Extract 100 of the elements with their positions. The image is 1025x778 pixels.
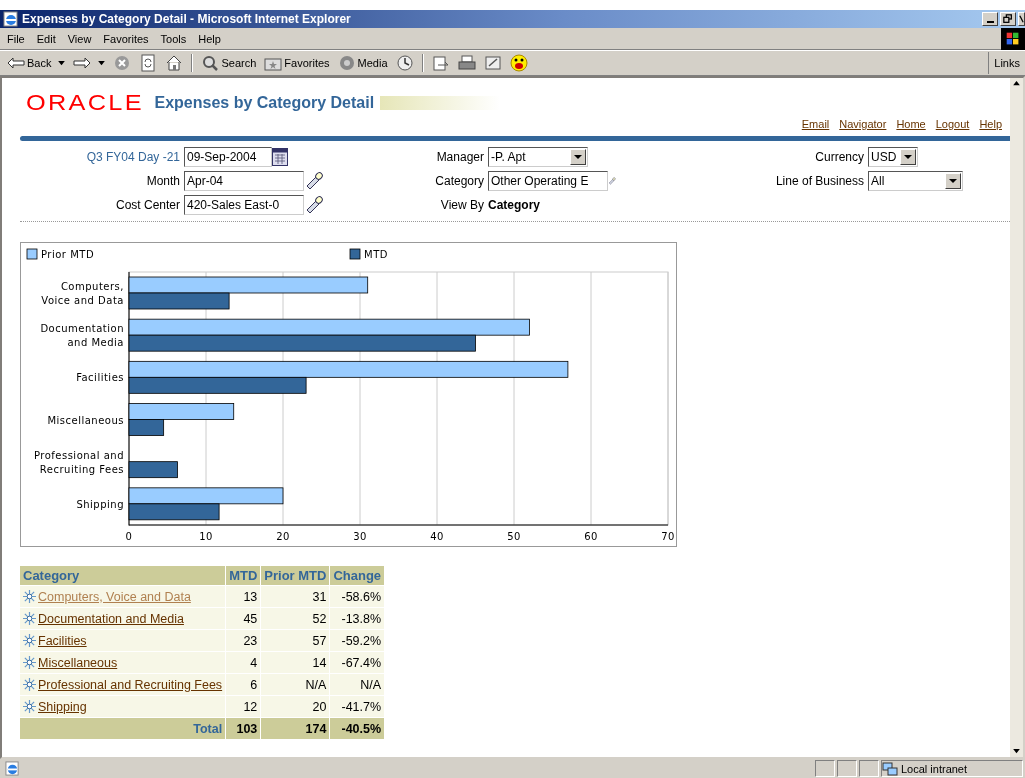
- search-icon: [201, 54, 220, 72]
- flashlight-icon[interactable]: [304, 195, 324, 215]
- status-pane: [815, 760, 835, 777]
- table-cell: 103: [226, 718, 261, 739]
- close-icon: [1019, 14, 1024, 24]
- select-field[interactable]: -P. Apt: [488, 147, 588, 167]
- search-button[interactable]: Search: [198, 52, 260, 74]
- sparkle-icon[interactable]: [23, 678, 36, 691]
- intranet-icon: [882, 760, 898, 777]
- sparkle-icon[interactable]: [23, 700, 36, 713]
- field-label: Line of Business: [774, 174, 864, 188]
- scroll-down-icon[interactable]: [1013, 749, 1020, 754]
- favorites-button[interactable]: Favorites: [261, 52, 333, 74]
- logo: ORACLE: [26, 90, 144, 116]
- menu-item[interactable]: Favorites: [100, 33, 158, 45]
- category-link[interactable]: Miscellaneous: [38, 655, 118, 670]
- menu-item[interactable]: Tools: [157, 33, 196, 45]
- bar: [128, 461, 178, 479]
- sparkle-icon[interactable]: [23, 590, 36, 603]
- scroll-up-icon[interactable]: [1013, 81, 1020, 86]
- field-value: Category: [488, 198, 540, 212]
- category-link[interactable]: Shipping: [38, 699, 87, 714]
- global-link[interactable]: Home: [896, 118, 926, 130]
- table-cell: 4: [226, 652, 261, 673]
- disc-icon: [337, 54, 356, 72]
- global-link[interactable]: Logout: [935, 118, 970, 130]
- page-title: Expenses by Category Detail: [154, 94, 375, 112]
- category-link[interactable]: Professional and Recruiting Fees: [38, 677, 223, 692]
- edit-icon: [483, 54, 502, 72]
- arrow-icon: [73, 57, 92, 69]
- back-button[interactable]: Back: [4, 52, 69, 74]
- legend-label: Prior MTD: [41, 249, 95, 260]
- sparkle-icon[interactable]: [23, 612, 36, 625]
- category-label: Professional and Recruiting Fees: [33, 449, 124, 475]
- table-cell: 31: [261, 586, 330, 607]
- calendar-icon[interactable]: [272, 148, 288, 166]
- total-label: Total: [20, 718, 226, 739]
- field-label: Manager: [435, 150, 484, 164]
- tick-label: 70: [661, 531, 675, 542]
- category-label: Shipping: [76, 498, 124, 510]
- table-cell: 12: [226, 696, 261, 717]
- column-header: Prior MTD: [261, 566, 330, 585]
- category-label: Computers, Voice and Data: [41, 281, 124, 307]
- global-link[interactable]: Email: [801, 118, 830, 130]
- menu-item[interactable]: Edit: [33, 33, 65, 45]
- flashlight-icon[interactable]: [304, 171, 324, 191]
- sparkle-icon[interactable]: [23, 634, 36, 647]
- table-cell: -40.5%: [330, 718, 385, 739]
- menu-item[interactable]: Help: [195, 33, 230, 45]
- smiley-icon: [509, 54, 528, 72]
- menu-item[interactable]: File: [4, 33, 34, 45]
- table-cell: 14: [261, 652, 330, 673]
- status-pane: [859, 760, 879, 777]
- scrollbar[interactable]: [1010, 78, 1023, 757]
- clock-icon: [395, 54, 414, 72]
- restore-button[interactable]: [1000, 12, 1016, 26]
- windows-logo-icon: [1001, 28, 1025, 50]
- text-field[interactable]: 420-Sales East-0: [184, 195, 304, 215]
- global-link[interactable]: Navigator: [839, 118, 887, 130]
- text-field[interactable]: Apr-04: [184, 171, 304, 191]
- category-label: Facilities: [76, 372, 124, 384]
- menu-item[interactable]: View: [64, 33, 101, 45]
- tick-label: 20: [276, 531, 290, 542]
- text-field[interactable]: Other Operating E: [488, 171, 608, 191]
- table-cell: -58.6%: [330, 586, 385, 607]
- table-cell: 174: [261, 718, 330, 739]
- column-header: Category: [20, 566, 226, 585]
- field-label: Cost Center: [114, 198, 180, 212]
- select-field[interactable]: All: [868, 171, 963, 191]
- links-label[interactable]: Links: [988, 52, 1025, 74]
- global-link[interactable]: Help: [979, 118, 1002, 130]
- field-label: Category: [434, 174, 484, 188]
- category-label: Documentation and Media: [40, 323, 124, 349]
- close-button[interactable]: [1018, 12, 1025, 26]
- table-cell: -67.4%: [330, 652, 385, 673]
- category-link[interactable]: Facilities: [38, 633, 87, 648]
- table-cell: -59.2%: [330, 630, 385, 651]
- tick-label: 0: [125, 531, 133, 542]
- table-cell: 57: [261, 630, 330, 651]
- sparkle-icon[interactable]: [23, 656, 36, 669]
- text-field[interactable]: 09-Sep-2004: [184, 147, 272, 167]
- field-label: Month: [145, 174, 180, 188]
- tick-label: 40: [430, 531, 444, 542]
- caret-icon: [98, 60, 106, 66]
- field-label[interactable]: Q3 FY04 Day -21: [20, 150, 180, 164]
- tick-label: 60: [584, 531, 598, 542]
- field-label: Currency: [814, 150, 864, 164]
- category-link[interactable]: Documentation and Media: [38, 611, 184, 626]
- zone-label: Local intranet: [901, 762, 968, 775]
- media-button[interactable]: Media: [334, 52, 391, 74]
- select-field[interactable]: USD: [868, 147, 918, 167]
- caret-icon: [574, 154, 582, 160]
- category-label: Miscellaneous: [47, 414, 124, 426]
- table-cell: 23: [226, 630, 261, 651]
- window-title: Expenses by Category Detail - Microsoft Internet Explorer: [22, 12, 351, 26]
- minimize-button[interactable]: [982, 12, 998, 26]
- table-cell: 20: [261, 696, 330, 717]
- minimize-icon: [986, 21, 994, 23]
- column-header: MTD: [226, 566, 261, 585]
- legend-label: MTD: [364, 249, 388, 260]
